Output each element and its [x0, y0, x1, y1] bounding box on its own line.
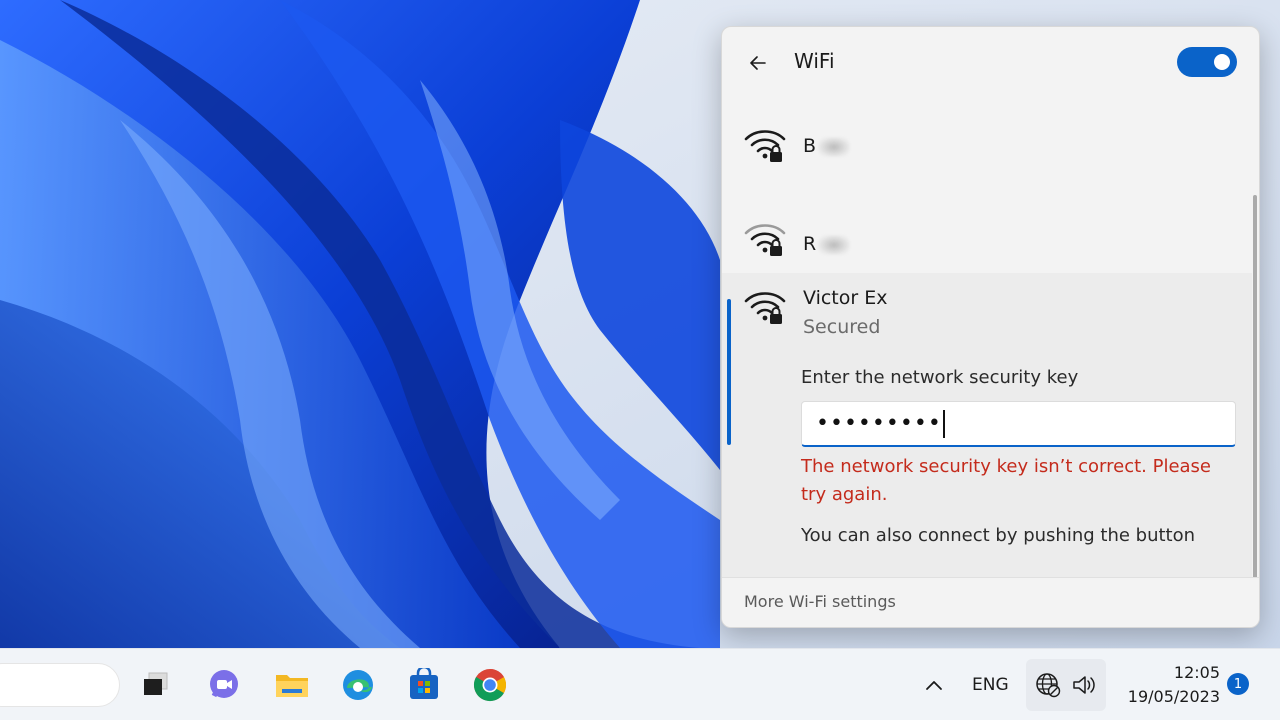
arrow-left-icon — [750, 56, 766, 70]
redacted-blur — [818, 136, 851, 157]
task-view-icon — [144, 672, 168, 695]
teams-chat-icon — [210, 670, 238, 698]
taskbar-clock[interactable]: 12:05 19/05/2023 — [1116, 661, 1220, 709]
network-item-selected[interactable]: Victor Ex Secured Enter the network secu… — [722, 273, 1252, 577]
edge-icon — [343, 670, 373, 700]
edge-button[interactable] — [340, 667, 376, 703]
flyout-header: WiFi — [722, 27, 1259, 99]
wifi-secured-icon — [744, 130, 786, 162]
wifi-secured-icon — [744, 292, 786, 324]
file-explorer-icon — [276, 675, 308, 697]
more-wifi-settings-link[interactable]: More Wi-Fi settings — [744, 592, 896, 611]
chevron-up-icon — [926, 681, 942, 690]
masked-password: ••••••••• — [816, 411, 942, 436]
selection-indicator — [727, 299, 731, 445]
security-key-label: Enter the network security key — [801, 367, 1079, 388]
input-language-indicator[interactable]: ENG — [972, 675, 1009, 695]
flyout-title: WiFi — [794, 49, 835, 73]
show-hidden-icons-button[interactable] — [920, 671, 948, 699]
toggle-knob — [1214, 54, 1230, 70]
quick-settings-button[interactable] — [1026, 659, 1106, 711]
network-name: Victor Ex — [803, 287, 888, 309]
network-name: R — [803, 233, 851, 255]
chrome-button[interactable] — [472, 667, 508, 703]
security-key-input[interactable]: ••••••••• — [801, 401, 1236, 447]
network-name: B — [803, 135, 851, 157]
back-button[interactable] — [742, 47, 774, 79]
security-key-error: The network security key isn’t correct. … — [801, 456, 1212, 505]
task-view-button[interactable] — [138, 667, 174, 703]
taskbar: ENG 12:05 19/05/2023 1 — [0, 648, 1280, 720]
clock-time: 12:05 — [1173, 663, 1220, 682]
file-explorer-button[interactable] — [274, 667, 310, 703]
notification-badge[interactable]: 1 — [1227, 673, 1249, 695]
text-caret — [942, 409, 945, 438]
network-item[interactable]: R — [722, 195, 1252, 275]
globe-no-internet-icon — [1036, 673, 1061, 698]
microsoft-store-icon — [410, 668, 438, 699]
wps-hint-text: You can also connect by pushing the butt… — [801, 525, 1196, 546]
wifi-flyout: WiFi B R Victor Ex Secured Enter the net… — [721, 26, 1260, 628]
teams-chat-button[interactable] — [206, 667, 242, 703]
wifi-toggle[interactable] — [1177, 47, 1237, 77]
volume-icon — [1073, 676, 1095, 694]
microsoft-store-button[interactable] — [406, 667, 442, 703]
taskbar-search-box[interactable] — [0, 663, 120, 707]
chrome-icon — [473, 668, 507, 702]
clock-date: 19/05/2023 — [1127, 687, 1220, 706]
network-item[interactable]: B — [722, 113, 1252, 179]
list-scrollbar[interactable] — [1253, 195, 1257, 577]
redacted-blur — [818, 234, 851, 255]
flyout-footer: More Wi-Fi settings — [722, 577, 1259, 627]
wifi-secured-icon — [744, 224, 786, 256]
network-status: Secured — [803, 316, 881, 338]
network-list: B R Victor Ex Secured Enter the network … — [722, 99, 1259, 577]
